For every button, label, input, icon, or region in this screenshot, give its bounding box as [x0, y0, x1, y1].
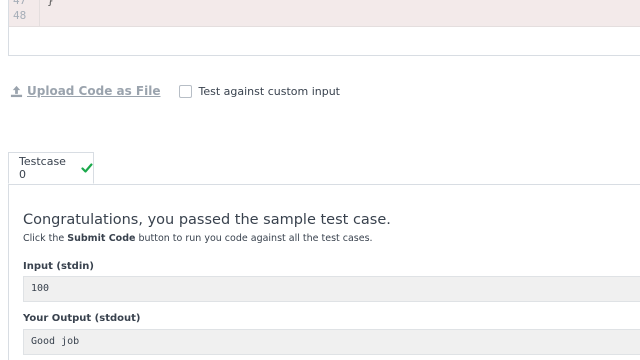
custom-input-option[interactable]: Test against custom input: [178, 84, 341, 98]
code-editor[interactable]: 47 48 }: [8, 0, 640, 56]
upload-code-label[interactable]: Upload Code as File: [27, 84, 161, 98]
upload-row: Upload Code as File Test against custom …: [10, 82, 340, 100]
instructions-suffix: button to run you code against all the t…: [135, 233, 373, 244]
code-area[interactable]: 47 48 }: [9, 0, 640, 27]
checkmark-icon: [81, 163, 93, 173]
input-label: Input (stdin): [23, 261, 94, 272]
upload-icon: [10, 85, 23, 97]
line-number-gutter: 47 48: [9, 0, 40, 26]
tab-label[interactable]: Testcase 0: [19, 155, 76, 181]
tab-testcase-0[interactable]: Testcase 0: [8, 152, 94, 184]
instructions-prefix: Click the: [23, 233, 68, 244]
submit-code-mention: Submit Code: [67, 233, 136, 244]
output-label: Your Output (stdout): [23, 313, 141, 324]
line-number: 47: [13, 0, 27, 7]
output-value-box: Good job: [23, 329, 640, 355]
testcase-tab-bar: Testcase 0: [8, 152, 640, 185]
result-instructions: Click the Submit Code button to run you …: [23, 233, 373, 244]
testcase-result-panel: Congratulations, you passed the sample t…: [8, 184, 640, 360]
code-line[interactable]: }: [47, 0, 54, 7]
custom-input-checkbox[interactable]: [178, 84, 192, 98]
custom-input-label[interactable]: Test against custom input: [199, 85, 341, 98]
line-number: 48: [13, 9, 27, 22]
result-title: Congratulations, you passed the sample t…: [23, 212, 391, 228]
upload-code-link[interactable]: Upload Code as File: [10, 84, 161, 98]
input-value-box: 100: [23, 276, 640, 302]
